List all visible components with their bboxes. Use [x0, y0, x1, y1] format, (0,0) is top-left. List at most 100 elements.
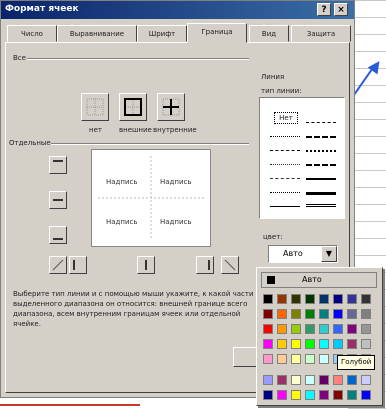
color-swatch[interactable] — [291, 375, 301, 385]
color-swatch[interactable] — [347, 294, 357, 304]
color-swatch[interactable] — [291, 309, 301, 319]
tab-alignment[interactable]: Выравнивание — [57, 25, 137, 42]
color-swatch[interactable] — [319, 294, 329, 304]
color-swatch[interactable] — [291, 390, 301, 400]
tab-protection[interactable]: Защита — [291, 25, 351, 42]
color-swatch[interactable] — [291, 339, 301, 349]
color-swatch[interactable] — [305, 375, 315, 385]
line-style-option[interactable] — [306, 136, 336, 138]
line-style-option[interactable] — [270, 164, 300, 165]
color-swatch[interactable] — [319, 375, 329, 385]
line-style-option[interactable] — [306, 204, 336, 207]
color-swatch[interactable] — [263, 375, 273, 385]
color-swatch[interactable] — [291, 294, 301, 304]
line-type-label: тип линии: — [261, 87, 302, 95]
color-swatch[interactable] — [277, 294, 287, 304]
color-swatch[interactable] — [333, 375, 343, 385]
tab-number[interactable]: Число — [7, 25, 57, 42]
color-swatch[interactable] — [347, 339, 357, 349]
color-swatch[interactable] — [347, 324, 357, 334]
line-style-option[interactable] — [306, 178, 336, 180]
color-swatch[interactable] — [347, 390, 357, 400]
color-swatch[interactable] — [319, 339, 329, 349]
color-swatch[interactable] — [361, 339, 371, 349]
color-swatch[interactable] — [333, 309, 343, 319]
preset-inside-button[interactable] — [157, 93, 185, 121]
color-swatch[interactable] — [361, 294, 371, 304]
color-swatch[interactable] — [305, 339, 315, 349]
tab-border[interactable]: Граница — [187, 23, 247, 43]
color-swatch[interactable] — [333, 390, 343, 400]
line-color-combo[interactable]: Авто ▼ — [268, 245, 338, 263]
color-swatch[interactable] — [347, 309, 357, 319]
color-swatch[interactable] — [291, 354, 301, 364]
color-swatch[interactable] — [277, 339, 287, 349]
border-preview[interactable]: Надпись Надпись Надпись Надпись — [91, 149, 211, 247]
color-swatch[interactable] — [305, 354, 315, 364]
color-swatch[interactable] — [319, 354, 329, 364]
color-swatch[interactable] — [263, 354, 273, 364]
line-style-none[interactable]: Нет — [274, 112, 298, 124]
border-center-vertical-button[interactable] — [137, 256, 155, 274]
help-button[interactable]: ? — [317, 3, 331, 16]
border-middle-button[interactable] — [49, 191, 67, 209]
line-style-option[interactable] — [270, 178, 300, 179]
border-right-icon — [208, 260, 210, 270]
tab-font[interactable]: Шрифт — [137, 25, 187, 42]
preview-cell-label: Надпись — [106, 218, 138, 226]
color-swatch[interactable] — [319, 309, 329, 319]
color-swatch[interactable] — [319, 324, 329, 334]
line-style-option[interactable] — [306, 150, 336, 152]
color-swatch[interactable] — [263, 324, 273, 334]
color-swatch[interactable] — [263, 390, 273, 400]
color-swatch[interactable] — [277, 324, 287, 334]
line-color-label: цвет: — [263, 233, 283, 241]
color-swatch[interactable] — [305, 294, 315, 304]
line-style-list[interactable]: Нет — [259, 97, 345, 219]
auto-color-swatch — [267, 276, 275, 284]
line-color-value: Авто — [283, 249, 303, 258]
line-style-option[interactable] — [270, 136, 300, 137]
line-style-option[interactable] — [270, 206, 300, 207]
border-diagonal-up-button[interactable] — [49, 256, 67, 274]
preset-none-button[interactable] — [81, 93, 109, 121]
border-bottom-button[interactable] — [49, 226, 67, 244]
color-swatch[interactable] — [333, 294, 343, 304]
preset-outline-button[interactable] — [119, 93, 147, 121]
border-top-button[interactable] — [49, 156, 67, 174]
color-swatch[interactable] — [291, 324, 301, 334]
color-swatch[interactable] — [263, 339, 273, 349]
color-swatch[interactable] — [305, 324, 315, 334]
border-left-button[interactable] — [69, 256, 87, 274]
color-swatch[interactable] — [333, 324, 343, 334]
color-swatch[interactable] — [361, 324, 371, 334]
border-inside-vertical-icon — [145, 260, 147, 270]
dropdown-arrow-icon[interactable]: ▼ — [321, 246, 337, 262]
color-swatch[interactable] — [305, 390, 315, 400]
color-swatch[interactable] — [277, 375, 287, 385]
color-swatch[interactable] — [361, 390, 371, 400]
line-style-option[interactable] — [306, 164, 336, 166]
color-swatch[interactable] — [277, 309, 287, 319]
border-right-button[interactable] — [196, 256, 214, 274]
color-swatch[interactable] — [305, 309, 315, 319]
color-swatch[interactable] — [319, 390, 329, 400]
color-swatch[interactable] — [361, 309, 371, 319]
border-left-icon — [73, 260, 75, 270]
color-swatch[interactable] — [277, 354, 287, 364]
color-swatch[interactable] — [277, 390, 287, 400]
color-swatch[interactable] — [347, 375, 357, 385]
line-style-option[interactable] — [270, 192, 300, 193]
tab-fill[interactable]: Вид — [249, 25, 289, 42]
color-swatch[interactable] — [333, 339, 343, 349]
close-button[interactable]: × — [334, 3, 348, 16]
border-diagonal-down-button[interactable] — [221, 256, 239, 274]
line-style-option[interactable] — [270, 150, 300, 151]
color-swatch[interactable] — [263, 294, 273, 304]
color-swatch[interactable] — [263, 309, 273, 319]
line-style-option[interactable] — [306, 122, 336, 123]
tab-strip: Число Выравнивание Шрифт Граница Вид Защ… — [5, 23, 351, 43]
color-swatch[interactable] — [361, 375, 371, 385]
line-style-option[interactable] — [306, 192, 336, 195]
palette-auto-button[interactable]: Авто — [261, 272, 377, 288]
